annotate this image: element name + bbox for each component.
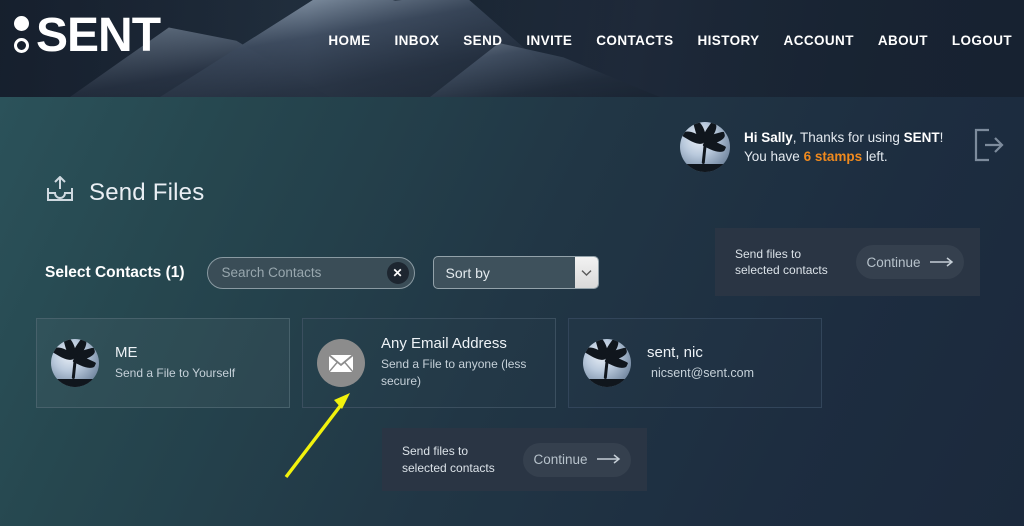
panel-label-line2: selected contacts	[402, 460, 495, 475]
nav-invite[interactable]: INVITE	[526, 33, 572, 48]
app-root: SENT HOME INBOX SEND INVITE CONTACTS HIS…	[0, 0, 1024, 526]
site-header: SENT HOME INBOX SEND INVITE CONTACTS HIS…	[0, 0, 1024, 97]
contact-subtitle: Send a File to anyone (less secure)	[381, 356, 527, 389]
page-title: Send Files	[45, 175, 205, 209]
nav-account[interactable]: ACCOUNT	[784, 33, 854, 48]
contact-cards: ME Send a File to Yourself Any Email Add…	[36, 318, 822, 408]
contact-card-me[interactable]: ME Send a File to Yourself	[36, 318, 290, 408]
search-contacts-wrap: ✕	[206, 256, 415, 289]
palm-tree-avatar	[51, 339, 99, 387]
continue-button-bottom[interactable]: Continue	[523, 442, 631, 477]
nav-about[interactable]: ABOUT	[878, 33, 928, 48]
panel-label-line2: selected contacts	[735, 263, 828, 277]
send-files-panel-bottom: Send files to selected contacts Continue	[382, 428, 647, 491]
contact-card-text: Any Email Address Send a File to anyone …	[381, 335, 555, 391]
contact-subtitle: Send a File to Yourself	[115, 365, 236, 380]
greeting-text: Hi Sally, Thanks for using SENT! You hav…	[744, 128, 943, 166]
contact-name: ME	[115, 343, 138, 361]
logo-colon-icon	[14, 16, 29, 56]
nav-send[interactable]: SEND	[463, 33, 502, 48]
panel-label-line1: Send files to	[402, 444, 469, 459]
send-files-panel-top: Send files to selected contacts Continue	[715, 228, 980, 296]
stamps-prefix: You have	[744, 149, 804, 164]
arrow-right-icon	[929, 255, 954, 270]
sort-by-wrap: Sort by	[432, 256, 599, 289]
contact-email: nicsent@sent.com	[651, 366, 755, 381]
continue-label: Continue	[866, 254, 921, 270]
search-input[interactable]	[206, 256, 415, 289]
panel-label-line1: Send files to	[735, 246, 802, 261]
contacts-toolbar: Select Contacts (1) ✕ Sort by	[45, 256, 599, 289]
exit-icon[interactable]	[969, 126, 1005, 169]
stamps-suffix: left.	[862, 149, 888, 164]
arrow-right-icon	[596, 452, 621, 467]
greeting-thanks-suffix: !	[939, 129, 944, 145]
continue-label: Continue	[533, 452, 588, 467]
nav-history[interactable]: HISTORY	[697, 33, 759, 48]
contact-card-any-email[interactable]: Any Email Address Send a File to anyone …	[302, 318, 556, 408]
clear-search-icon[interactable]: ✕	[386, 261, 409, 284]
nav-inbox[interactable]: INBOX	[395, 33, 440, 48]
contact-card-nic-sent[interactable]: sent, nic nicsent@sent.com	[568, 318, 822, 408]
logo-wordmark: SENT	[36, 9, 161, 62]
page-title-text: Send Files	[89, 178, 205, 206]
palm-tree-avatar	[583, 339, 631, 387]
upload-tray-icon	[45, 175, 75, 209]
contact-name: Any Email Address	[381, 335, 507, 353]
contact-card-text: ME Send a File to Yourself	[115, 344, 235, 382]
panel-label: Send files to selected contacts	[402, 443, 502, 475]
contact-card-text: sent, nic nicsent@sent.com	[647, 344, 754, 383]
avatar	[680, 122, 730, 172]
main-navigation: HOME INBOX SEND INVITE CONTACTS HISTORY …	[328, 33, 1012, 48]
contact-name: sent, nic	[647, 343, 703, 361]
user-greeting: Hi Sally, Thanks for using SENT! You hav…	[680, 122, 1005, 172]
nav-logout[interactable]: LOGOUT	[952, 33, 1012, 48]
logo-dot-ring-icon	[14, 38, 29, 53]
envelope-icon	[328, 353, 354, 372]
site-logo[interactable]: SENT	[14, 9, 161, 62]
envelope-avatar	[317, 339, 365, 387]
greeting-brand: SENT	[903, 129, 940, 145]
panel-label: Send files to selected contacts	[735, 246, 835, 278]
continue-button-top[interactable]: Continue	[856, 245, 964, 279]
nav-home[interactable]: HOME	[328, 33, 370, 48]
greeting-name: Hi Sally	[744, 129, 793, 145]
logo-dot-filled-icon	[14, 16, 29, 31]
greeting-thanks-prefix: , Thanks for using	[792, 129, 904, 145]
stamps-count: 6 stamps	[803, 149, 863, 164]
select-contacts-label: Select Contacts (1)	[45, 263, 185, 281]
nav-contacts[interactable]: CONTACTS	[596, 33, 673, 48]
sort-by-select[interactable]: Sort by	[432, 256, 599, 289]
